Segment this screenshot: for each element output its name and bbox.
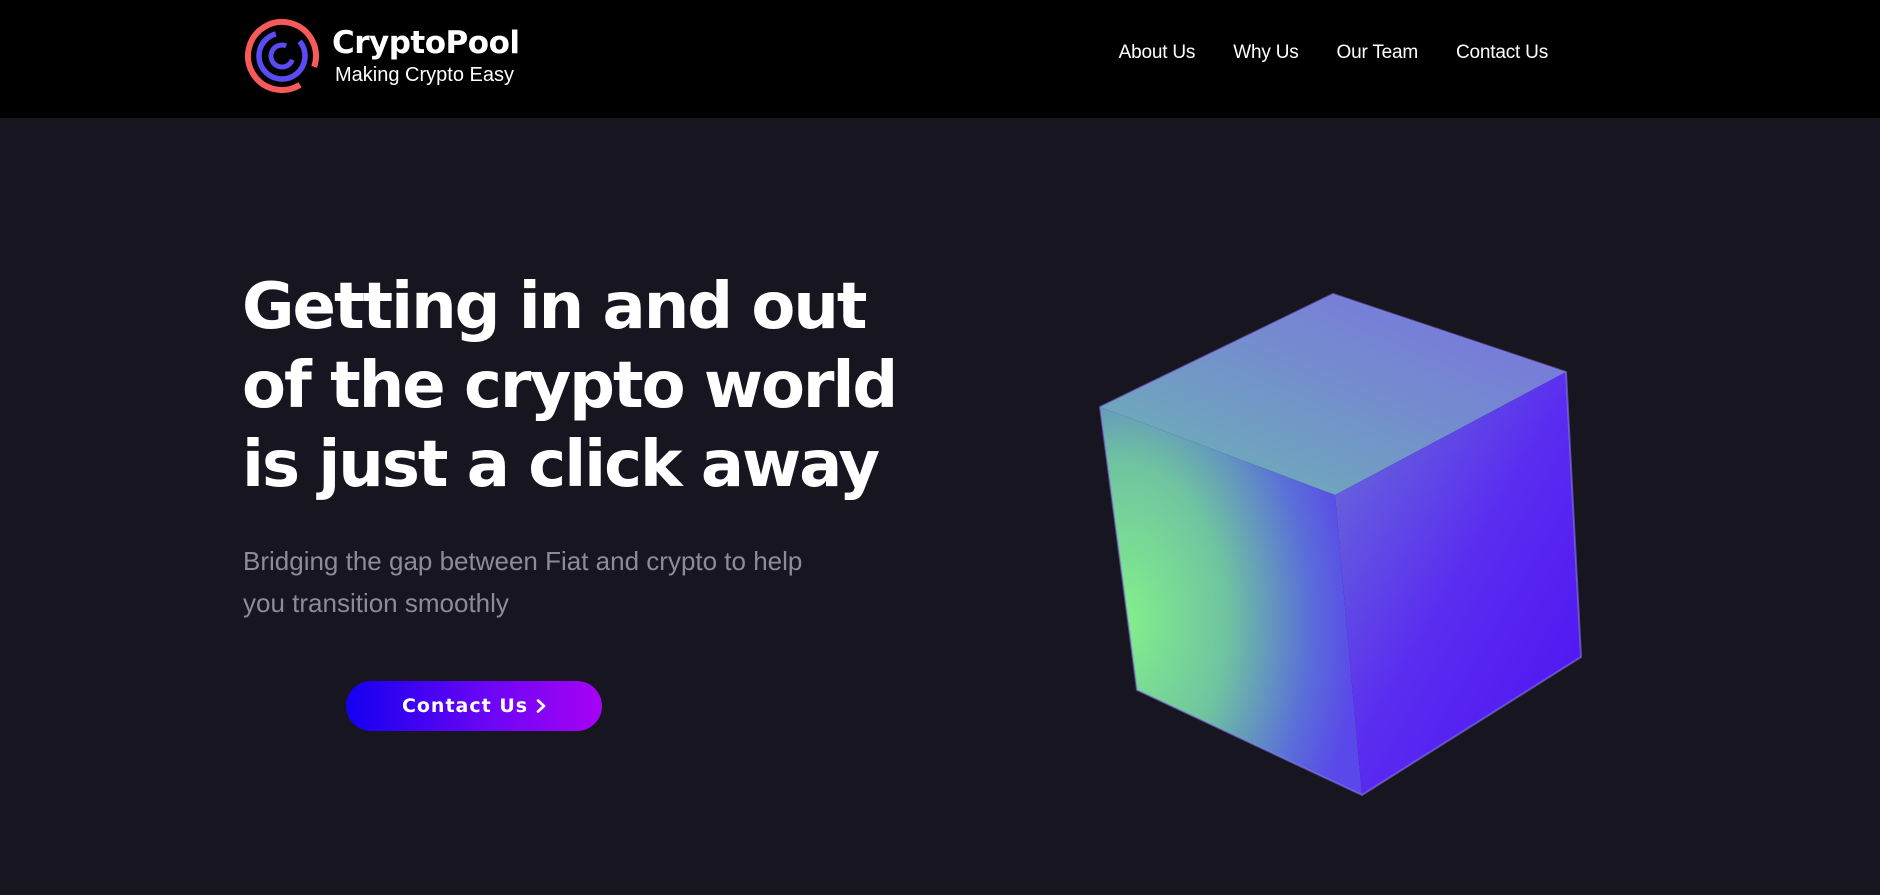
brand-text: CryptoPool Making Crypto Easy xyxy=(332,25,520,88)
hero-subtitle: Bridging the gap between Fiat and crypto… xyxy=(243,546,803,618)
navbar: CryptoPool Making Crypto Easy About Us W… xyxy=(0,0,1880,118)
contact-us-button[interactable]: Contact Us xyxy=(346,681,602,731)
brand-name: CryptoPool xyxy=(332,24,520,61)
hero-cube-graphic xyxy=(1098,292,1583,797)
contact-us-button-label: Contact Us xyxy=(401,695,529,717)
nav-contact-us[interactable]: Contact Us xyxy=(1456,40,1548,66)
landing-page: CryptoPool Making Crypto Easy About Us W… xyxy=(0,0,1880,895)
hero-title: Getting in and out of the crypto world i… xyxy=(242,270,898,502)
nav-our-team[interactable]: Our Team xyxy=(1337,40,1419,66)
brand-tagline: Making Crypto Easy xyxy=(335,63,514,86)
nav-about-us[interactable]: About Us xyxy=(1119,40,1196,66)
nav-why-us[interactable]: Why Us xyxy=(1233,40,1299,66)
brand[interactable]: CryptoPool Making Crypto Easy xyxy=(242,18,520,94)
nav-links: About Us Why Us Our Team Contact Us xyxy=(1119,40,1549,66)
cryptopool-logo-icon xyxy=(245,19,319,93)
chevron-right-icon xyxy=(536,699,546,713)
